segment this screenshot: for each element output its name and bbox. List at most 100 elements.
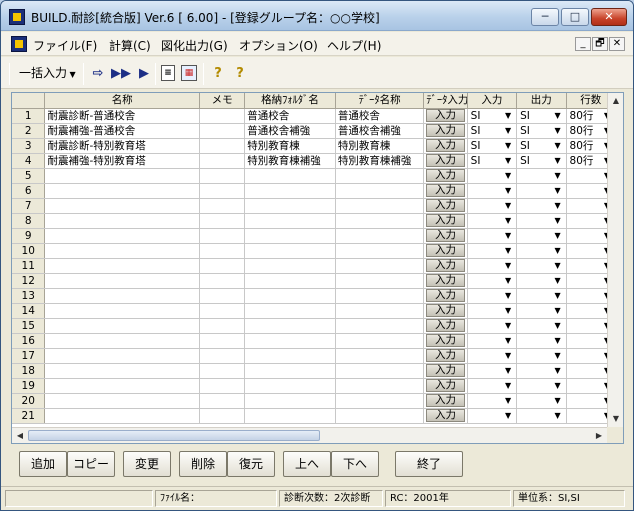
data-name-cell[interactable] bbox=[335, 363, 425, 379]
data-input-button[interactable]: 入力 bbox=[426, 364, 465, 377]
mdi-restore-button[interactable]: 🗗 bbox=[592, 37, 608, 51]
memo-cell[interactable] bbox=[199, 258, 246, 274]
dropdown-arrow-icon[interactable]: ▼ bbox=[502, 140, 514, 152]
output-unit-select[interactable]: ▼ bbox=[516, 363, 567, 379]
line-count-select[interactable]: ▼ bbox=[566, 378, 607, 394]
output-unit-select[interactable]: SI ▼ bbox=[516, 153, 567, 169]
dropdown-arrow-icon[interactable]: ▼ bbox=[502, 230, 514, 242]
output-unit-select[interactable]: ▼ bbox=[516, 303, 567, 319]
data-name-cell[interactable] bbox=[335, 198, 425, 214]
dropdown-arrow-icon[interactable]: ▼ bbox=[552, 260, 564, 272]
data-input-button[interactable]: 入力 bbox=[426, 319, 465, 332]
line-count-select[interactable]: ▼ bbox=[566, 348, 607, 364]
data-input-button[interactable]: 入力 bbox=[426, 409, 465, 422]
column-header-data-input[interactable]: ﾃﾞｰﾀ入力 bbox=[423, 93, 468, 109]
data-name-cell[interactable] bbox=[335, 408, 425, 424]
name-cell[interactable] bbox=[44, 198, 200, 214]
memo-cell[interactable] bbox=[199, 108, 246, 124]
dropdown-arrow-icon[interactable]: ▼ bbox=[502, 410, 514, 422]
memo-cell[interactable] bbox=[199, 153, 246, 169]
change-button[interactable]: 変更 bbox=[123, 451, 171, 477]
folder-cell[interactable] bbox=[244, 183, 336, 199]
data-input-cell[interactable]: 入力 bbox=[423, 333, 468, 349]
data-name-cell[interactable] bbox=[335, 213, 425, 229]
data-input-cell[interactable]: 入力 bbox=[423, 378, 468, 394]
input-unit-select[interactable]: ▼ bbox=[467, 303, 518, 319]
data-input-cell[interactable]: 入力 bbox=[423, 213, 468, 229]
table-row[interactable]: 3耐震診断-特別教育塔特別教育棟特別教育棟入力SI▼SI▼80行▼ bbox=[12, 138, 607, 154]
line-count-select[interactable]: 80行▼ bbox=[566, 123, 607, 139]
column-header-memo[interactable]: メモ bbox=[199, 93, 246, 109]
input-unit-select[interactable]: ▼ bbox=[467, 333, 518, 349]
folder-cell[interactable]: 普通校舎補強 bbox=[244, 123, 336, 139]
folder-cell[interactable] bbox=[244, 228, 336, 244]
row-number[interactable]: 9 bbox=[12, 228, 46, 244]
dropdown-arrow-icon[interactable]: ▼ bbox=[552, 200, 564, 212]
output-unit-select[interactable]: ▼ bbox=[516, 213, 567, 229]
data-input-cell[interactable]: 入力 bbox=[423, 408, 468, 424]
dropdown-arrow-icon[interactable]: ▼ bbox=[502, 395, 514, 407]
name-cell[interactable]: 耐震補強-特別教育塔 bbox=[44, 153, 200, 169]
dropdown-arrow-icon[interactable]: ▼ bbox=[502, 185, 514, 197]
table-row[interactable]: 4耐震補強-特別教育塔特別教育棟補強特別教育棟補強入力SI▼SI▼80行▼ bbox=[12, 153, 607, 169]
data-input-cell[interactable]: 入力 bbox=[423, 138, 468, 154]
table-row[interactable]: 7入力▼▼▼ bbox=[12, 198, 607, 214]
memo-cell[interactable] bbox=[199, 363, 246, 379]
row-number[interactable]: 16 bbox=[12, 333, 46, 349]
output-unit-select[interactable]: ▼ bbox=[516, 273, 567, 289]
menu-graph-output[interactable]: 図化出力(G) bbox=[161, 37, 228, 54]
context-help-icon[interactable]: ? bbox=[231, 65, 249, 83]
dropdown-arrow-icon[interactable]: ▼ bbox=[552, 335, 564, 347]
input-unit-select[interactable]: ▼ bbox=[467, 228, 518, 244]
copy-button[interactable]: コピー bbox=[67, 451, 115, 477]
column-header-data-name[interactable]: ﾃﾞｰﾀ名称 bbox=[335, 93, 425, 109]
vertical-scrollbar[interactable]: ▲ ▼ bbox=[607, 93, 623, 427]
data-input-button[interactable]: 入力 bbox=[426, 274, 465, 287]
dropdown-arrow-icon[interactable]: ▼ bbox=[552, 380, 564, 392]
name-cell[interactable] bbox=[44, 363, 200, 379]
mdi-close-button[interactable]: ✕ bbox=[609, 37, 625, 51]
menu-file[interactable]: ファイル(F) bbox=[33, 37, 97, 54]
input-unit-select[interactable]: ▼ bbox=[467, 408, 518, 424]
data-input-cell[interactable]: 入力 bbox=[423, 363, 468, 379]
memo-cell[interactable] bbox=[199, 303, 246, 319]
data-input-button[interactable]: 入力 bbox=[426, 109, 465, 122]
maximize-button[interactable]: □ bbox=[561, 8, 589, 26]
data-input-button[interactable]: 入力 bbox=[426, 379, 465, 392]
input-unit-select[interactable]: ▼ bbox=[467, 258, 518, 274]
name-cell[interactable] bbox=[44, 168, 200, 184]
table-row[interactable]: 11入力▼▼▼ bbox=[12, 258, 607, 274]
output-unit-select[interactable]: ▼ bbox=[516, 228, 567, 244]
dropdown-arrow-icon[interactable]: ▼ bbox=[552, 170, 564, 182]
output-unit-select[interactable]: ▼ bbox=[516, 378, 567, 394]
name-cell[interactable] bbox=[44, 303, 200, 319]
dropdown-arrow-icon[interactable]: ▼ bbox=[502, 365, 514, 377]
dropdown-arrow-icon[interactable]: ▼ bbox=[502, 320, 514, 332]
memo-cell[interactable] bbox=[199, 378, 246, 394]
folder-cell[interactable] bbox=[244, 168, 336, 184]
table-row[interactable]: 14入力▼▼▼ bbox=[12, 303, 607, 319]
output-unit-select[interactable]: ▼ bbox=[516, 288, 567, 304]
fast-forward-icon[interactable]: ▶▶ bbox=[111, 65, 131, 83]
move-up-button[interactable]: 上へ bbox=[283, 451, 331, 477]
dropdown-arrow-icon[interactable]: ▼ bbox=[552, 155, 564, 167]
folder-cell[interactable] bbox=[244, 378, 336, 394]
data-input-cell[interactable]: 入力 bbox=[423, 168, 468, 184]
table-row[interactable]: 17入力▼▼▼ bbox=[12, 348, 607, 364]
name-cell[interactable]: 耐震診断-特別教育塔 bbox=[44, 138, 200, 154]
menu-options[interactable]: オプション(O) bbox=[239, 37, 318, 54]
memo-cell[interactable] bbox=[199, 228, 246, 244]
row-number[interactable]: 15 bbox=[12, 318, 46, 334]
line-count-select[interactable]: ▼ bbox=[566, 318, 607, 334]
output-unit-select[interactable]: SI ▼ bbox=[516, 138, 567, 154]
output-unit-select[interactable]: ▼ bbox=[516, 198, 567, 214]
scroll-down-icon[interactable]: ▼ bbox=[608, 411, 624, 427]
memo-cell[interactable] bbox=[199, 393, 246, 409]
mdi-minimize-button[interactable]: _ bbox=[575, 37, 591, 51]
input-unit-select[interactable]: ▼ bbox=[467, 348, 518, 364]
memo-cell[interactable] bbox=[199, 273, 246, 289]
export-arrow-icon[interactable]: ⇨ bbox=[89, 65, 107, 83]
data-name-cell[interactable] bbox=[335, 243, 425, 259]
data-name-cell[interactable] bbox=[335, 168, 425, 184]
dropdown-arrow-icon[interactable]: ▼ bbox=[502, 380, 514, 392]
